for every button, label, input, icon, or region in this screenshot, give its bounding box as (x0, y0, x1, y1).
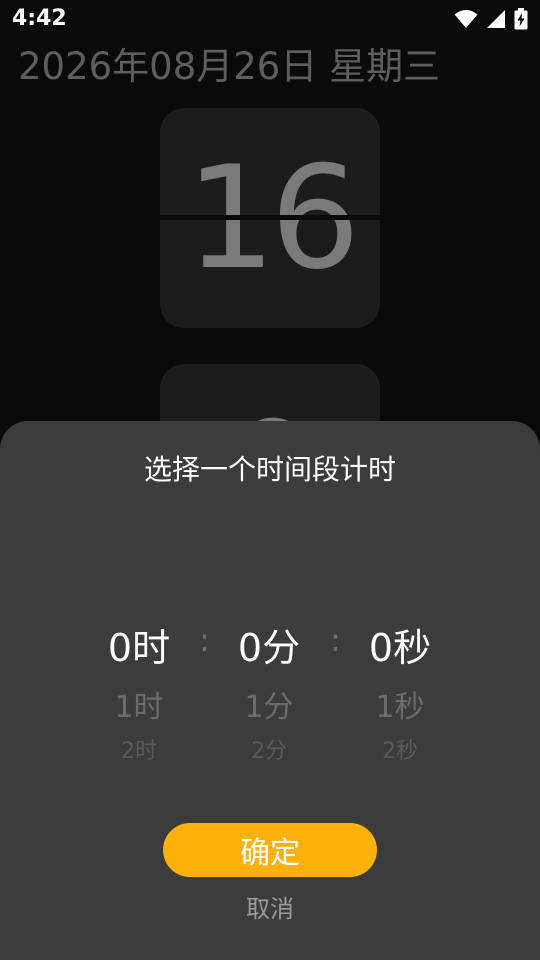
picker-option[interactable]: 2秒 (330, 733, 470, 765)
app-screen: 4:42 2026年08月26日 星期三 16 0 选择一个时间段计时 0时 1… (0, 0, 540, 960)
status-time: 4:42 (12, 6, 67, 31)
cancel-button[interactable]: 取消 (0, 889, 540, 924)
date-display: 2026年08月26日 星期三 (18, 45, 441, 88)
picker-option[interactable]: 1秒 (330, 682, 470, 726)
picker-option-selected[interactable]: 0分 (199, 617, 339, 672)
cellular-signal-icon (486, 9, 506, 29)
dialog-title: 选择一个时间段计时 (143, 453, 396, 486)
picker-option-selected[interactable]: 0时 (69, 617, 209, 672)
status-icons (454, 8, 528, 30)
picker-option[interactable]: 2分 (199, 733, 339, 765)
flip-divider (160, 215, 380, 220)
status-bar: 4:42 (0, 0, 540, 38)
wifi-icon (454, 9, 478, 29)
picker-option[interactable]: 1时 (69, 682, 209, 726)
confirm-button[interactable]: 确定 (163, 823, 377, 877)
timer-bottom-sheet: 选择一个时间段计时 0时 1时 2时 : 0分 1分 2分 : 0秒 1秒 2秒… (0, 421, 540, 960)
battery-charging-icon (514, 8, 528, 30)
picker-option[interactable]: 2时 (69, 733, 209, 765)
picker-option-selected[interactable]: 0秒 (330, 617, 470, 672)
hours-flip-card: 16 (160, 108, 380, 328)
picker-option[interactable]: 1分 (199, 682, 339, 726)
